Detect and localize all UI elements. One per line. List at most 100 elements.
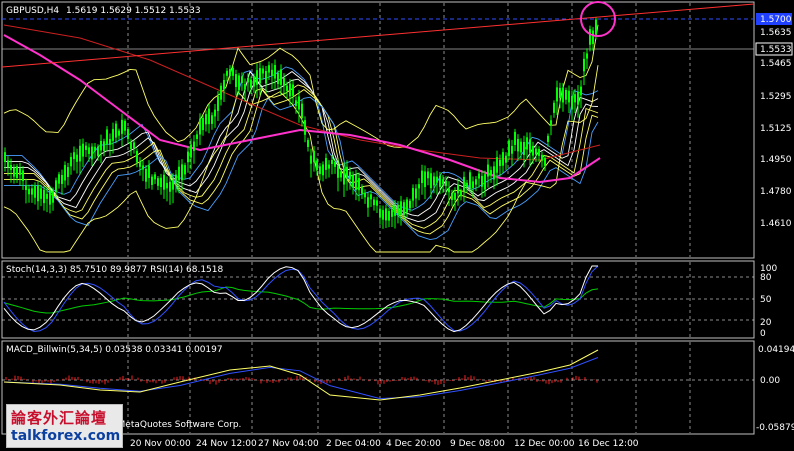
candle-body [319,166,321,175]
candle-body [526,137,528,150]
candle-body [358,178,360,191]
time-axis: 20 Nov 00:00 24 Nov 12:00 27 Nov 04:00 2… [130,439,639,449]
main-panel-frame [1,1,755,259]
candle-body [193,141,195,151]
stoch-label: Stoch(14,3,3) 85.7510 89.9877 RSI(14) 68… [6,265,224,275]
candle-body [502,152,504,166]
candle-body [343,168,345,185]
candle-body [169,181,171,192]
candle-body [505,155,507,163]
ohlc-values: 1.5619 1.5629 1.5512 1.5533 [66,6,201,16]
candle-body [91,146,93,160]
candle-body [373,199,375,206]
candle-body [277,72,279,85]
candle-body [16,166,18,179]
candle-body [4,152,6,163]
candle-body [490,170,492,176]
candle-body [349,171,351,180]
macd-tick: 0.00 [760,376,780,386]
candle-body [127,129,129,139]
candle-body [124,120,126,131]
candle-body [427,171,429,179]
candle-body [253,76,255,87]
candle-body [49,190,51,205]
candle-body [571,95,573,110]
candle-body [538,149,540,156]
candle-body [325,157,327,170]
stoch-tick: 50 [760,295,772,305]
candle-body [463,176,465,192]
candle-body [67,167,69,178]
candle-body [274,65,276,79]
candle-body [235,74,237,87]
candle-body [451,192,453,200]
candle-body [19,168,21,175]
candle-body [409,200,411,209]
candle-body [403,202,405,215]
macd-main-line [3,349,599,401]
candle-body [283,77,285,86]
stoch-tick: 0 [760,329,766,339]
watermark-chinese: 論客外汇論壇 [11,409,108,427]
candle-body [508,140,510,156]
watermark-logo: 論客外汇論壇 talkforex.com [6,404,123,448]
candle-body [238,75,240,91]
candle-body [448,188,450,193]
candle-body [406,199,408,213]
candle-body [82,143,84,157]
candle-body [496,157,498,173]
candle-body [223,80,225,90]
candle-body [247,77,249,83]
candle-body [520,141,522,153]
candle-body [415,188,417,199]
candle-body [475,179,477,185]
candle-body [199,118,201,135]
stoch-axis: 100 80 50 20 0 [760,264,777,339]
price-tick: 1.4610 [760,219,792,229]
candle-body [352,175,354,187]
candle-body [58,174,60,184]
candle-body [151,176,153,185]
candle-body [439,175,441,187]
candle-body [331,159,333,165]
candle-body [433,176,435,186]
candle-body [115,123,117,138]
time-label: 20 Nov 00:00 [130,439,191,449]
candle-body [202,117,204,131]
candle-body [436,176,438,183]
time-label: 2 Dec 04:00 [326,439,381,449]
candle-body [400,201,402,215]
candle-body [64,164,66,181]
candle-body [316,160,318,171]
candle-body [592,30,594,44]
candle-body [214,109,216,117]
candle-body [553,102,555,113]
candle-body [136,150,138,163]
candle-body [262,68,264,74]
candle-body [580,86,582,96]
candle-body [178,166,180,181]
candle-body [76,154,78,162]
candle-body [259,68,261,84]
candle-body [589,28,591,45]
macd-tick: 0.04194 [758,345,794,355]
candle-body [391,209,393,217]
watermark-site: talkforex.com [11,428,121,444]
candle-body [175,174,177,184]
candle-body [322,164,324,176]
candle-body [328,164,330,169]
candle-body [154,174,156,180]
candle-body [472,181,474,189]
candle-body [532,145,534,156]
stoch-tick: 80 [760,273,772,283]
candle-body [148,165,150,178]
candle-body [310,155,312,164]
candle-body [118,130,120,136]
candle-body [106,129,108,145]
price-tick: 1.4950 [760,155,792,165]
trading-chart[interactable]: 1.5635 1.5465 1.5295 1.5125 1.4950 1.478… [0,0,794,451]
candle-body [268,65,270,73]
candle-body [94,146,96,151]
candle-body [376,200,378,206]
candle-body [418,184,420,189]
